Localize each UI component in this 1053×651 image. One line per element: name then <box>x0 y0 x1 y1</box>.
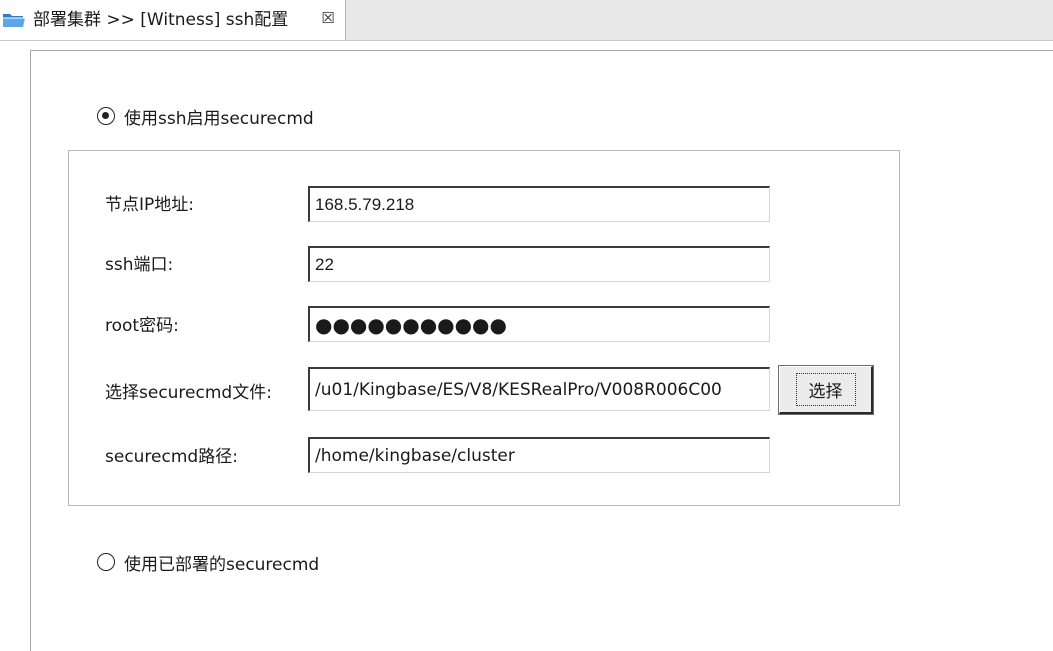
browse-button[interactable]: 选择 <box>778 365 874 415</box>
root-password-input[interactable] <box>308 306 770 342</box>
use-ssh-label: 使用ssh启用securecmd <box>124 108 314 129</box>
close-icon[interactable]: ☒ <box>319 9 337 27</box>
ssh-port-input[interactable] <box>308 246 770 282</box>
use-ssh-option[interactable]: 使用ssh启用securecmd <box>97 104 314 129</box>
securecmd-path-label: securecmd路径: <box>105 447 238 467</box>
use-deployed-radio[interactable] <box>97 553 115 571</box>
tab-ssh-config[interactable]: 部署集群 >> [Witness] ssh配置 ☒ <box>0 0 346 40</box>
securecmd-file-input[interactable] <box>308 367 770 411</box>
use-deployed-label: 使用已部署的securecmd <box>124 554 320 575</box>
ssh-port-label: ssh端口: <box>105 255 174 275</box>
securecmd-path-input[interactable] <box>308 437 770 473</box>
use-ssh-radio[interactable] <box>97 107 115 125</box>
node-ip-label: 节点IP地址: <box>105 195 194 215</box>
securecmd-file-label: 选择securecmd文件: <box>105 383 272 403</box>
browse-button-label: 选择 <box>795 373 856 406</box>
root-password-label: root密码: <box>105 316 179 336</box>
editor-tab-strip: 部署集群 >> [Witness] ssh配置 ☒ <box>0 0 1053 41</box>
node-ip-input[interactable] <box>308 186 770 222</box>
tab-title: 部署集群 >> [Witness] ssh配置 <box>33 10 289 30</box>
folder-icon <box>2 11 26 29</box>
use-deployed-option[interactable]: 使用已部署的securecmd <box>97 550 320 575</box>
